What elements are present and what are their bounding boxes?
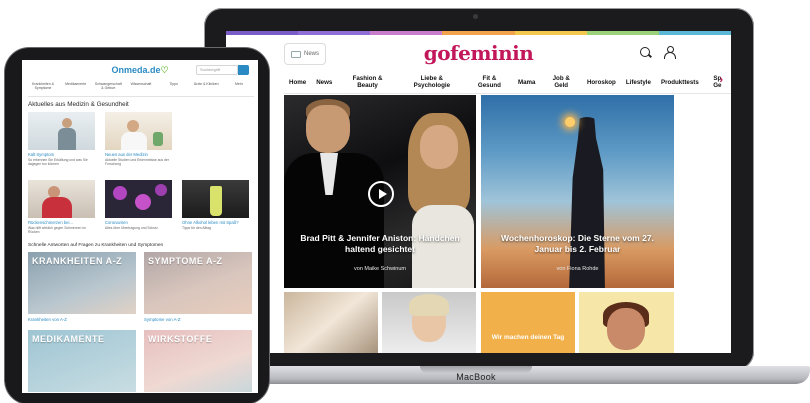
main-nav: Krankheiten & Symptome Medikamente Schwang… bbox=[28, 82, 254, 94]
article-title[interactable]: Rückenschmerzen bei... bbox=[28, 220, 96, 225]
photo-shape bbox=[306, 105, 350, 153]
nav-item[interactable]: Sp Ge bbox=[704, 75, 731, 89]
search-button[interactable] bbox=[238, 65, 249, 75]
nav-item[interactable]: Liebe & Psychologie bbox=[398, 75, 466, 89]
main-nav: Home News Fashion & Beauty Liebe & Psycholo… bbox=[284, 71, 731, 93]
nav-item[interactable]: Produkttests bbox=[656, 79, 704, 86]
photo-shape bbox=[135, 194, 151, 210]
promo-card[interactable]: Wir machen deinen Tag bbox=[481, 292, 575, 353]
photo-shape bbox=[113, 186, 127, 200]
device-mockup: News gofeminin Home News Fashion & Beauty L… bbox=[0, 0, 810, 403]
article-author: von Fiona Rohde bbox=[556, 266, 599, 272]
article-title[interactable]: Ohne Alkohol leben mit Spaß? bbox=[182, 220, 250, 225]
photo-shape bbox=[420, 125, 458, 169]
article-thumb[interactable] bbox=[182, 180, 249, 218]
play-icon[interactable] bbox=[368, 181, 394, 207]
article-title[interactable]: Kalt Symptom bbox=[28, 152, 96, 157]
nav-divider bbox=[284, 93, 731, 94]
nav-item[interactable]: Wissenschaft bbox=[126, 82, 156, 94]
photo-shape bbox=[121, 132, 147, 150]
article-title: Wochenhoroskop: Die Sterne vom 27. Janua… bbox=[501, 233, 654, 254]
photo-shape bbox=[210, 186, 222, 216]
nav-item[interactable]: News bbox=[311, 79, 337, 86]
article-thumb[interactable] bbox=[105, 112, 172, 150]
macbook-label: MacBook bbox=[456, 372, 496, 382]
article-teaser: Was hilft wirklich gegen Schmerzen im Rü… bbox=[28, 226, 86, 235]
nav-item[interactable]: Ärzte & Kliniken bbox=[191, 82, 221, 94]
article-card-horoscope[interactable]: Wochenhoroskop: Die Sterne vom 27. Janua… bbox=[481, 95, 674, 288]
category-tile-wirkstoffe[interactable]: WIRKSTOFFE bbox=[144, 330, 252, 392]
photo-shape bbox=[565, 117, 575, 127]
nav-item[interactable]: Schwangerschaft & Geburt bbox=[93, 82, 123, 94]
article-card-small[interactable] bbox=[284, 292, 378, 353]
photo-shape bbox=[569, 117, 605, 288]
article-title[interactable]: Coronaviren bbox=[105, 220, 173, 225]
category-tile-krankheiten[interactable]: KRANKHEITEN A-Z bbox=[28, 252, 136, 314]
article-thumb[interactable] bbox=[105, 180, 172, 218]
nav-item[interactable]: Mama bbox=[513, 79, 541, 86]
article-thumb[interactable] bbox=[28, 112, 95, 150]
search-icon[interactable] bbox=[640, 47, 650, 57]
nav-next-icon[interactable]: › bbox=[719, 74, 723, 86]
tile-label: MEDIKAMENTE bbox=[32, 334, 105, 344]
camera-icon bbox=[473, 14, 478, 19]
article-card-small[interactable] bbox=[579, 292, 674, 353]
section-heading: Aktuelles aus Medizin & Gesundheit bbox=[28, 101, 129, 108]
user-icon[interactable] bbox=[664, 46, 676, 59]
nav-item[interactable]: Medikamente bbox=[61, 82, 91, 94]
nav-divider bbox=[28, 96, 254, 97]
tile-link[interactable]: Krankheiten von A-Z bbox=[28, 317, 136, 322]
photo-shape bbox=[155, 184, 167, 196]
promo-text: Wir machen deinen Tag bbox=[491, 334, 565, 341]
nav-item[interactable]: Krankheiten & Symptome bbox=[28, 82, 58, 94]
tile-label: SYMPTOME A-Z bbox=[148, 256, 223, 266]
heart-icon: ♡ bbox=[160, 65, 169, 75]
photo-shape bbox=[58, 128, 76, 150]
photo-shape bbox=[409, 294, 449, 316]
article-author: von Maike Schwinum bbox=[354, 266, 406, 272]
nav-item[interactable]: Job & Geld bbox=[541, 75, 582, 89]
tile-label: KRANKHEITEN A-Z bbox=[32, 256, 123, 266]
section-heading: Schnelle Antworten auf Fragen zu Krankhe… bbox=[28, 243, 164, 248]
nav-item[interactable]: Tipps bbox=[159, 82, 189, 94]
article-title[interactable]: Neues aus der Medizin bbox=[105, 152, 173, 157]
photo-shape bbox=[153, 132, 163, 146]
article-teaser: Alles über Übertragung und Schutz bbox=[105, 226, 158, 230]
article-thumb[interactable] bbox=[28, 180, 95, 218]
nav-item[interactable]: Horoskop bbox=[582, 79, 621, 86]
ipad-screen: Onmeda.de♡ Suchbegriff Krankheiten & Sym… bbox=[22, 60, 258, 393]
search-input[interactable]: Suchbegriff bbox=[196, 65, 238, 75]
article-teaser: Tipps für den Alltag bbox=[182, 226, 211, 230]
nav-item[interactable]: Fit & Gesund bbox=[466, 75, 513, 89]
article-card-small[interactable] bbox=[382, 292, 476, 353]
article-teaser: So erkennen Sie Erkältung und was Sie da… bbox=[28, 158, 88, 167]
site-header: Onmeda.de♡ Suchbegriff bbox=[22, 60, 258, 80]
tile-link[interactable]: Symptome von A-Z bbox=[144, 317, 252, 322]
photo-shape bbox=[62, 118, 72, 128]
macbook-screen: News gofeminin Home News Fashion & Beauty L… bbox=[226, 31, 731, 353]
tile-label: WIRKSTOFFE bbox=[148, 334, 213, 344]
nav-item[interactable]: Fashion & Beauty bbox=[337, 75, 397, 89]
nav-item[interactable]: Mehr bbox=[224, 82, 254, 94]
photo-shape bbox=[42, 197, 72, 218]
photo-shape bbox=[127, 120, 139, 132]
photo-shape bbox=[607, 308, 645, 350]
site-header: News gofeminin bbox=[226, 35, 731, 69]
nav-item[interactable]: Home bbox=[284, 79, 311, 86]
site-logo[interactable]: gofeminin bbox=[226, 41, 731, 65]
nav-item[interactable]: Lifestyle bbox=[621, 79, 656, 86]
article-title: Brad Pitt & Jennifer Aniston: Händchen h… bbox=[300, 233, 460, 254]
category-tile-medikamente[interactable]: MEDIKAMENTE bbox=[28, 330, 136, 392]
category-tile-symptome[interactable]: SYMPTOME A-Z bbox=[144, 252, 252, 314]
article-teaser: Aktuelle Studien und Erkenntnisse aus de… bbox=[105, 158, 169, 167]
article-card-brad-pitt[interactable]: Brad Pitt & Jennifer Aniston: Händchen h… bbox=[284, 95, 476, 288]
logo-text: Onmeda.de bbox=[111, 65, 161, 75]
